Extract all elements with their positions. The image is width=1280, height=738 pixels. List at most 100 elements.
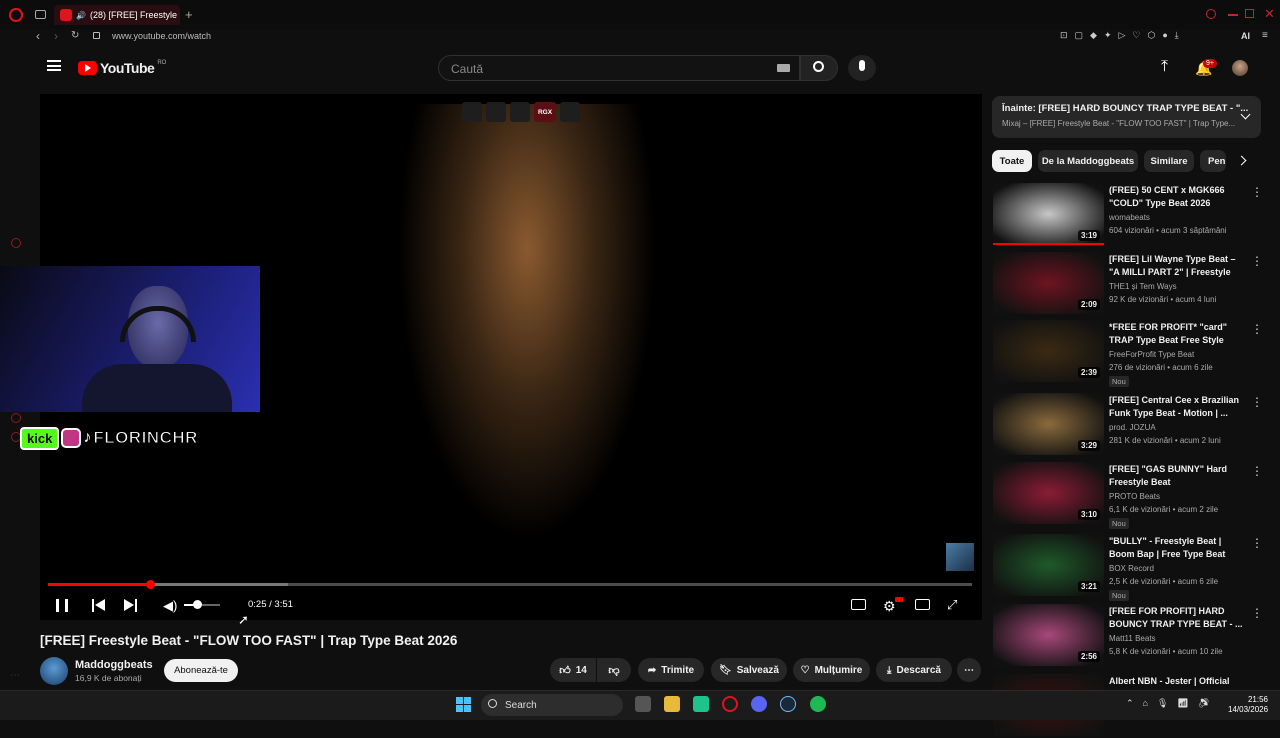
more-options-icon[interactable]: ⋮ bbox=[1251, 185, 1263, 199]
file-explorer-icon[interactable] bbox=[664, 696, 680, 712]
taskbar-search[interactable]: Search bbox=[481, 694, 623, 716]
recommendation-title[interactable]: [FREE] Central Cee x Brazilian Funk Type… bbox=[1109, 394, 1245, 420]
hamburger-icon[interactable] bbox=[47, 60, 61, 71]
reload-icon[interactable]: ↻ bbox=[71, 30, 79, 41]
recommendation-thumbnail[interactable]: 3:19 bbox=[993, 183, 1104, 245]
steam-icon[interactable] bbox=[780, 696, 796, 712]
miniplayer-button[interactable] bbox=[915, 599, 930, 610]
spotify-icon[interactable] bbox=[810, 696, 826, 712]
recommendation-title[interactable]: Albert NBN - Jester | Official bbox=[1109, 675, 1245, 688]
channel-watermark[interactable] bbox=[946, 543, 974, 571]
recommendation-item[interactable]: 2:39 *FREE FOR PROFIT* "card" TRAP Type B… bbox=[993, 320, 1263, 387]
rgx-badge[interactable]: RGX bbox=[534, 102, 556, 122]
recommendation-item[interactable]: 2:56 [FREE FOR PROFIT] HARD BOUNCY TRAP T… bbox=[993, 604, 1263, 668]
more-options-icon[interactable]: ⋮ bbox=[1251, 322, 1263, 336]
chip-from-channel[interactable]: De la Maddoggbeats bbox=[1038, 150, 1138, 172]
search-input[interactable]: Caută bbox=[438, 55, 800, 81]
more-options-icon[interactable]: ⋮ bbox=[1251, 464, 1263, 478]
pause-button[interactable] bbox=[56, 599, 68, 612]
back-icon[interactable]: ‹ bbox=[36, 29, 40, 43]
recommendation-title[interactable]: [FREE] Lil Wayne Type Beat – "A MILLI PA… bbox=[1109, 253, 1245, 279]
tray-icons[interactable]: ⌃⌂🎙︎📶︎🔊︎ bbox=[1126, 698, 1218, 709]
like-button[interactable]: 👍︎ 14 bbox=[550, 658, 596, 682]
keyboard-icon[interactable] bbox=[777, 64, 790, 72]
sidebar-red-icon-2[interactable] bbox=[11, 413, 21, 423]
recommendation-channel[interactable]: PROTO Beats bbox=[1109, 492, 1160, 501]
previous-button[interactable] bbox=[92, 599, 106, 612]
discord-icon[interactable] bbox=[751, 696, 767, 712]
recommendation-thumbnail[interactable]: 3:21 bbox=[993, 534, 1104, 596]
subscribe-button[interactable]: Abonează-te bbox=[164, 659, 238, 682]
login-icon[interactable] bbox=[486, 102, 506, 122]
channel-name[interactable]: Maddoggbeats bbox=[75, 659, 153, 671]
more-options-icon[interactable]: ⋮ bbox=[1251, 395, 1263, 409]
more-options-icon[interactable]: ⋮ bbox=[1251, 606, 1263, 620]
recommendation-item[interactable]: 3:29 [FREE] Central Cee x Brazilian Funk … bbox=[993, 393, 1263, 457]
pip-icon[interactable] bbox=[462, 102, 482, 122]
url-field[interactable]: www.youtube.com/watch bbox=[112, 31, 211, 41]
recommendation-title[interactable]: "BULLY" - Freestyle Beat | Boom Bap | Fr… bbox=[1109, 535, 1245, 561]
workspace-icon[interactable] bbox=[35, 10, 46, 19]
recommendation-channel[interactable]: THE1 și Tem Ways bbox=[1109, 282, 1177, 291]
progress-scrubber[interactable] bbox=[145, 580, 155, 589]
share-button[interactable]: ➦ Trimite bbox=[638, 658, 704, 682]
thanks-button[interactable]: ♡ Mulțumire bbox=[793, 658, 870, 682]
ai-button[interactable]: AI bbox=[1241, 31, 1250, 41]
recommendation-thumbnail[interactable]: 3:10 bbox=[993, 462, 1104, 524]
more-options-icon[interactable]: ⋮ bbox=[1251, 536, 1263, 550]
chip-all[interactable]: Toate bbox=[992, 150, 1032, 172]
extension-icons[interactable]: ⊡▢◆✦▷♡⬡●⤓ bbox=[1060, 30, 1186, 41]
save-button[interactable]: 🔖︎ Salvează bbox=[711, 658, 787, 682]
download-button[interactable]: ⤓ Descarcă bbox=[876, 658, 952, 682]
recommendation-item[interactable]: 2:09 [FREE] Lil Wayne Type Beat – "A MILL… bbox=[993, 252, 1263, 316]
minimize-window-button[interactable] bbox=[1228, 14, 1238, 16]
subtitles-button[interactable] bbox=[851, 599, 866, 610]
task-view-icon[interactable] bbox=[635, 696, 651, 712]
recommendation-title[interactable]: [FREE FOR PROFIT] HARD BOUNCY TRAP TYPE … bbox=[1109, 605, 1245, 631]
recommendation-channel[interactable]: FreeForProfit Type Beat bbox=[1109, 350, 1194, 359]
recommendation-thumbnail[interactable]: 2:39 bbox=[993, 320, 1104, 382]
maximize-window-button[interactable] bbox=[1245, 9, 1254, 18]
fullscreen-icon[interactable]: ⤢ bbox=[947, 597, 957, 613]
next-button[interactable] bbox=[124, 599, 138, 612]
forward-icon[interactable]: › bbox=[54, 29, 58, 43]
recommendation-thumbnail[interactable]: 2:56 bbox=[993, 604, 1104, 666]
upload-icon[interactable]: ⤒ bbox=[1161, 58, 1168, 76]
up-next-panel[interactable]: Înainte: [FREE] HARD BOUNCY TRAP TYPE BE… bbox=[992, 96, 1261, 138]
close-window-button[interactable]: ✕ bbox=[1264, 6, 1275, 22]
more-options-icon[interactable]: ⋮ bbox=[1251, 254, 1263, 268]
recommendation-thumbnail[interactable]: 2:09 bbox=[993, 252, 1104, 314]
opera-taskbar-icon[interactable] bbox=[722, 696, 738, 712]
account-avatar[interactable] bbox=[1232, 60, 1248, 76]
channel-avatar[interactable] bbox=[40, 657, 68, 685]
recommendation-title[interactable]: *FREE FOR PROFIT* "card" TRAP Type Beat … bbox=[1109, 321, 1245, 347]
windows-start-icon[interactable] bbox=[456, 697, 471, 712]
volume-slider-knob[interactable] bbox=[192, 600, 202, 609]
chevron-right-icon[interactable] bbox=[1236, 155, 1247, 166]
recommendation-title[interactable]: (FREE) 50 CENT x MGK666 "COLD" Type Beat… bbox=[1109, 184, 1245, 210]
recommendation-channel[interactable]: BOX Record bbox=[1109, 564, 1154, 573]
sidebar-more-icon[interactable]: ⋯ bbox=[10, 670, 20, 681]
chip-partial[interactable]: Pen bbox=[1200, 150, 1226, 172]
skip-icon[interactable] bbox=[510, 102, 530, 122]
theater-icon[interactable] bbox=[560, 102, 580, 122]
settings-gear-icon[interactable]: ⚙ bbox=[883, 598, 896, 615]
browser-tab-active[interactable]: 🔊 (28) [FREE] Freestyle B bbox=[54, 5, 180, 25]
dislike-button[interactable]: 👎︎ bbox=[597, 658, 631, 682]
youtube-logo[interactable]: YouTube RO bbox=[78, 60, 166, 76]
more-actions-button[interactable]: ⋯ bbox=[957, 658, 981, 682]
search-tabs-icon[interactable] bbox=[1206, 9, 1216, 19]
menu-icon[interactable]: ≡ bbox=[1262, 30, 1268, 41]
recommendation-item[interactable]: 3:21 "BULLY" - Freestyle Beat | Boom Bap … bbox=[993, 534, 1263, 601]
chip-similar[interactable]: Similare bbox=[1144, 150, 1194, 172]
recommendation-thumbnail[interactable]: 3:29 bbox=[993, 393, 1104, 455]
taskbar-clock[interactable]: 21:56 14/03/2026 bbox=[1228, 695, 1268, 715]
opera-logo-icon[interactable] bbox=[9, 8, 23, 22]
recommendation-title[interactable]: [FREE] "GAS BUNNY" Hard Freestyle Beat bbox=[1109, 463, 1245, 489]
app-green-icon[interactable] bbox=[693, 696, 709, 712]
voice-search-button[interactable] bbox=[848, 55, 876, 81]
sidebar-red-icon[interactable] bbox=[11, 238, 21, 248]
recommendation-item[interactable]: 3:10 [FREE] "GAS BUNNY" Hard Freestyle Be… bbox=[993, 462, 1263, 529]
search-button[interactable] bbox=[800, 55, 838, 81]
recommendation-channel[interactable]: prod. JOZUA bbox=[1109, 423, 1156, 432]
